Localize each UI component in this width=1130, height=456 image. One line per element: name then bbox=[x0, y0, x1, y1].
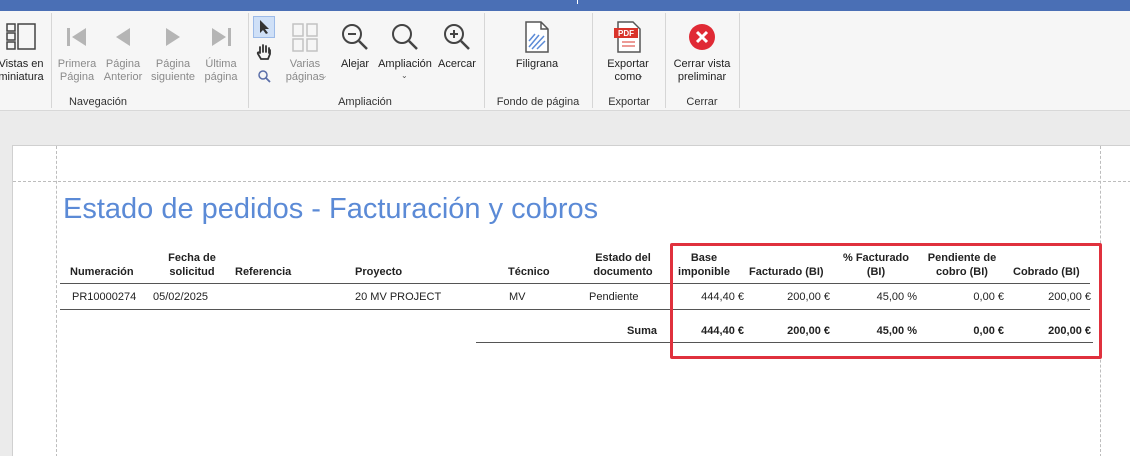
group-label-navegacion: Navegación bbox=[68, 96, 128, 108]
col-header-fecha: Fecha de solicitud bbox=[168, 252, 216, 278]
col-header-numeracion: Numeración bbox=[70, 266, 134, 278]
previous-page-button[interactable]: Página Anterior bbox=[101, 20, 145, 84]
next-page-button[interactable]: Página siguiente bbox=[149, 20, 197, 84]
zoom-in-label: Acercar bbox=[438, 58, 476, 70]
group-label-cerrar: Cerrar bbox=[686, 96, 718, 108]
zoom-in-icon bbox=[442, 20, 472, 54]
group-label-ampliacion: Ampliación bbox=[338, 96, 392, 108]
thumbnails-label: Vistas en miniatura bbox=[0, 58, 44, 83]
title-bar-mark bbox=[577, 0, 578, 4]
zoom-icon bbox=[390, 20, 420, 54]
multiple-pages-icon bbox=[290, 20, 320, 54]
zoom-out-button[interactable]: Alejar bbox=[336, 20, 374, 71]
hand-tool[interactable] bbox=[253, 41, 275, 63]
zoom-dropdown-label: Ampliación bbox=[378, 58, 432, 70]
zoom-out-icon bbox=[340, 20, 370, 54]
col-header-tecnico: Técnico bbox=[508, 266, 550, 278]
next-page-icon bbox=[160, 20, 186, 54]
col-header-proyecto: Proyecto bbox=[355, 266, 403, 278]
ribbon-separator bbox=[51, 13, 52, 108]
close-icon bbox=[687, 20, 717, 54]
cell-fecha: 05/02/2025 bbox=[153, 291, 209, 303]
ribbon-separator bbox=[739, 13, 740, 108]
first-page-button[interactable]: Primera Página bbox=[56, 20, 98, 84]
hand-icon bbox=[256, 44, 271, 60]
totals-label: Suma bbox=[627, 325, 657, 337]
first-page-icon bbox=[64, 20, 90, 54]
last-page-label: Última página bbox=[204, 58, 238, 83]
highlight-box bbox=[670, 243, 1102, 359]
cell-numeracion: PR10000274 bbox=[72, 291, 137, 303]
next-page-label: Página siguiente bbox=[150, 58, 196, 83]
col-header-referencia: Referencia bbox=[235, 266, 292, 278]
export-dropdown-chevron-icon: ⌄ bbox=[637, 71, 644, 80]
margin-guide-left bbox=[56, 146, 57, 456]
group-label-fondo: Fondo de página bbox=[496, 96, 580, 108]
zoom-tool[interactable] bbox=[253, 65, 275, 87]
ribbon-toolbar: Vistas en miniatura Primera Página Págin… bbox=[0, 11, 1130, 111]
zoom-in-button[interactable]: Acercar bbox=[436, 20, 478, 71]
pointer-icon bbox=[260, 20, 269, 34]
close-preview-label: Cerrar vista preliminar bbox=[673, 58, 731, 83]
col-header-estado: Estado del documento bbox=[593, 252, 653, 278]
last-page-icon bbox=[208, 20, 234, 54]
margin-guide-top bbox=[13, 181, 1130, 182]
thumbnails-button[interactable]: Vistas en miniatura bbox=[0, 20, 50, 84]
multiple-pages-label: Varias páginas bbox=[285, 58, 325, 83]
first-page-label: Primera Página bbox=[57, 58, 97, 83]
last-page-button[interactable]: Última página bbox=[200, 20, 242, 84]
pointer-tool[interactable] bbox=[253, 16, 275, 38]
watermark-label: Filigrana bbox=[515, 58, 559, 70]
preview-area[interactable]: Estado de pedidos - Facturación y cobros… bbox=[0, 112, 1130, 456]
export-as-button[interactable]: PDF Exportar como bbox=[599, 20, 657, 84]
close-preview-button[interactable]: Cerrar vista preliminar bbox=[670, 20, 734, 84]
window-title-bar bbox=[0, 0, 1130, 11]
watermark-button[interactable]: Filigrana bbox=[508, 20, 566, 71]
magnifier-icon bbox=[258, 70, 271, 83]
report-title: Estado de pedidos - Facturación y cobros bbox=[63, 193, 599, 225]
zoom-dropdown-chevron-icon: ⌄ bbox=[401, 71, 408, 80]
zoom-out-label: Alejar bbox=[340, 58, 370, 70]
ribbon-separator bbox=[484, 13, 485, 108]
cell-proyecto: 20 MV PROJECT bbox=[355, 291, 442, 303]
group-label-exportar: Exportar bbox=[608, 96, 650, 108]
ribbon-separator bbox=[592, 13, 593, 108]
previous-page-icon bbox=[110, 20, 136, 54]
ribbon-separator bbox=[248, 13, 249, 108]
cell-estado: Pendiente bbox=[589, 291, 639, 303]
pdf-file-icon: PDF bbox=[613, 20, 643, 54]
watermark-icon bbox=[523, 20, 551, 54]
report-page: Estado de pedidos - Facturación y cobros… bbox=[12, 145, 1130, 456]
multiple-pages-dropdown-icon: ⌄ bbox=[321, 71, 328, 80]
pdf-badge-text: PDF bbox=[618, 29, 634, 38]
cell-tecnico: MV bbox=[509, 291, 526, 303]
thumbnails-icon bbox=[4, 20, 38, 54]
previous-page-label: Página Anterior bbox=[103, 58, 143, 83]
ribbon-separator bbox=[665, 13, 666, 108]
zoom-dropdown-button[interactable]: Ampliación bbox=[376, 20, 434, 71]
